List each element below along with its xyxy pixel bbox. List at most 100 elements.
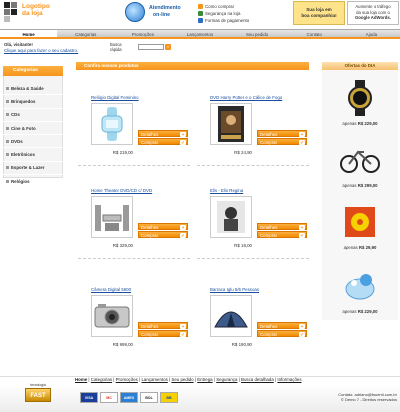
plus-icon: +: [180, 323, 186, 329]
bullet-icon: [6, 166, 9, 170]
details-button[interactable]: Detalhes +: [257, 223, 307, 230]
offer-image[interactable]: [340, 202, 380, 242]
offer-image[interactable]: [340, 266, 380, 306]
details-button[interactable]: Detalhes +: [257, 130, 307, 137]
tab-seu-pedido[interactable]: Seu pedido: [229, 30, 286, 37]
offer-item[interactable]: apenas R$ 299,00: [322, 140, 398, 198]
details-button[interactable]: Detalhes +: [138, 223, 188, 230]
watch-icon: [348, 80, 372, 116]
product-card: DVD Harry Potter e o Cálice de Fogo Deta…: [197, 95, 309, 173]
product-image[interactable]: [91, 295, 133, 337]
tab-categorias[interactable]: Categorias: [57, 30, 114, 37]
footer-link-home[interactable]: Home: [75, 377, 87, 382]
offer-image[interactable]: [340, 140, 380, 180]
payment-methods-link[interactable]: Formas de pagamento: [198, 17, 288, 24]
footer-link-entrega[interactable]: Entrega: [197, 377, 212, 382]
product-image[interactable]: [91, 103, 133, 145]
divider: [78, 258, 190, 259]
footer-link-promocoes[interactable]: Promoções: [116, 377, 138, 382]
category-item[interactable]: CDs: [3, 109, 63, 122]
offer-item[interactable]: apenas R$ 229,00: [322, 78, 398, 136]
visa-icon: VISA: [80, 392, 98, 403]
offer-price-prefix: apenas: [343, 245, 358, 250]
logo-text: Logotipo da loja: [22, 3, 50, 17]
buy-button[interactable]: Comprar ✓: [138, 330, 188, 337]
promo-banner-adwords[interactable]: Aumente o tráfego da sua loja com o Goog…: [347, 1, 399, 25]
buy-button[interactable]: Comprar ✓: [138, 138, 188, 145]
offer-price-prefix: apenas: [342, 183, 357, 188]
category-item[interactable]: DVDs: [3, 135, 63, 149]
tab-promocoes[interactable]: Promoções: [114, 30, 171, 37]
search-label: Busca rápida: [110, 42, 136, 52]
buy-button[interactable]: Comprar ✓: [257, 231, 307, 238]
product-image[interactable]: [210, 295, 252, 337]
details-button[interactable]: Detalhes +: [257, 322, 307, 329]
product-title-link[interactable]: Relógio Digital Feminino: [91, 95, 139, 100]
product-price: R$ 18,00: [234, 243, 252, 248]
footer-link-informacoes[interactable]: Informações: [277, 377, 301, 382]
product-title-link[interactable]: DVD Harry Potter e o Cálice de Fogo: [210, 95, 282, 100]
category-item[interactable]: Cine & Foto: [3, 122, 63, 136]
product-image[interactable]: [210, 196, 252, 238]
tab-home[interactable]: Home: [0, 30, 58, 37]
payment-methods-label: Formas de pagamento: [205, 18, 250, 23]
product-title-link[interactable]: Elis - Elis Regina: [210, 188, 243, 193]
home-theater-icon: [95, 205, 129, 231]
category-item[interactable]: Brinquedos: [3, 95, 63, 109]
promo2-line3: Google AdWords.: [354, 15, 392, 20]
plus-icon: +: [299, 224, 305, 230]
divider: [78, 165, 190, 166]
product-title-link[interactable]: Câmera Digital 5600: [91, 287, 131, 292]
tab-lancamentos[interactable]: Lançamentos: [171, 30, 228, 37]
footer-link-lancamentos[interactable]: Lançamentos: [141, 377, 167, 382]
details-button[interactable]: Detalhes +: [138, 130, 188, 137]
store-logo[interactable]: Logotipo da loja: [4, 2, 64, 22]
offer-price-line: apenas R$ 29,90: [322, 245, 398, 250]
footer-links: Home | Categorias | Promoções | Lançamen…: [75, 377, 302, 382]
footer-link-busca[interactable]: Busca detalhada: [241, 377, 274, 382]
plus-icon: +: [299, 323, 305, 329]
cd-cover-icon: [345, 207, 375, 237]
tab-contato[interactable]: Contato: [286, 30, 343, 37]
footer-link-seguranca[interactable]: Segurança: [216, 377, 237, 382]
plus-icon: +: [299, 131, 305, 137]
welcome-box: Olá, visitante! Clique aqui para fazer o…: [4, 42, 114, 54]
offer-item[interactable]: apenas R$ 229,00: [322, 266, 398, 324]
support-globe-icon: [125, 2, 145, 22]
footer-link-seu-pedido[interactable]: Seu pedido: [171, 377, 193, 382]
contact-info: Contato: adriano@fsuenti.com.br © Demo 7…: [305, 392, 397, 402]
category-item[interactable]: Esporte & Lazer: [3, 162, 63, 176]
how-to-buy-link[interactable]: Como comprar: [198, 3, 288, 10]
offer-image[interactable]: [340, 78, 380, 118]
search-button[interactable]: »: [165, 44, 171, 50]
category-item[interactable]: Eletrônicos: [3, 148, 63, 162]
details-button[interactable]: Detalhes +: [138, 322, 188, 329]
plus-icon: +: [180, 131, 186, 137]
search-input[interactable]: [138, 44, 164, 50]
footer-link-categorias[interactable]: Categorias: [91, 377, 112, 382]
buy-button[interactable]: Comprar ✓: [257, 330, 307, 337]
cart-add-icon: ✓: [299, 331, 305, 337]
product-image[interactable]: [210, 103, 252, 145]
category-item[interactable]: Beleza & Saúde: [3, 82, 63, 96]
offer-item[interactable]: apenas R$ 29,90: [322, 202, 398, 260]
product-title-link[interactable]: Home Theater DVD/CD c/ DVD: [91, 188, 152, 193]
register-link[interactable]: Clique aqui para fazer o seu cadastro.: [4, 48, 114, 54]
product-image[interactable]: [91, 196, 133, 238]
product-title-link[interactable]: Barraca Iglu 5/6 Pessoas: [210, 287, 259, 292]
promo-banner-company[interactable]: Sua loja em boa companhia!: [293, 1, 345, 25]
buy-label: Comprar: [260, 233, 278, 238]
bullet-icon: [6, 139, 9, 143]
copyright: © Demo 7 - Direitos reservados: [340, 397, 397, 402]
logo-square-icon: [4, 9, 10, 15]
online-support-link[interactable]: Atendimento on-line: [125, 2, 193, 24]
tab-ajuda[interactable]: Ajuda: [343, 30, 400, 37]
buy-button[interactable]: Comprar ✓: [138, 231, 188, 238]
store-security-link[interactable]: Segurança na loja: [198, 10, 288, 17]
products-title: Confira nossos produtos: [76, 62, 309, 70]
category-item[interactable]: Relógios: [3, 175, 63, 189]
buy-button[interactable]: Comprar ✓: [257, 138, 307, 145]
tech-badge[interactable]: tecnologia FAST: [25, 383, 51, 405]
cart-icon: [198, 4, 203, 9]
bullet-icon: [6, 113, 9, 117]
